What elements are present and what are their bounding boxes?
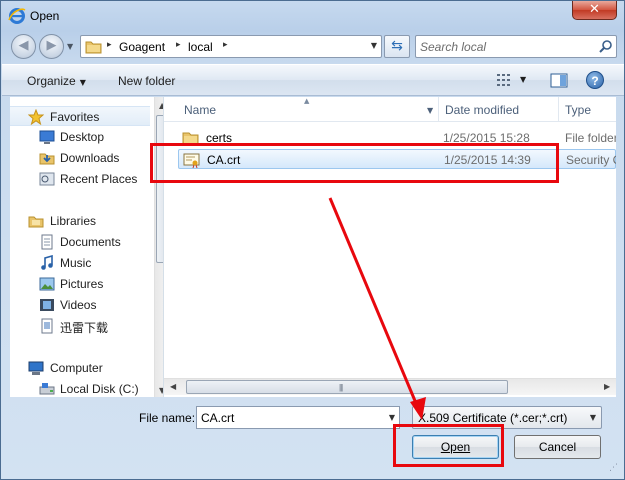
- horizontal-scrollbar[interactable]: ◀ ||| ▶: [164, 378, 616, 395]
- internet-explorer-icon: [8, 8, 26, 24]
- nav-item-label: Pictures: [60, 277, 104, 291]
- chevron-down-icon[interactable]: ▼: [371, 41, 377, 50]
- nav-item-label: Local Disk (C:): [60, 382, 139, 396]
- nav-item-favorites[interactable]: Favorites: [10, 106, 150, 126]
- nav-item-computer[interactable]: Computer: [10, 358, 150, 378]
- command-toolbar: Organize ▼ New folder ▼ ?: [2, 64, 624, 96]
- open-dialog: Open ✕ ◀ ▶ ▼ ▸ Goagent ▸ local ▸ ▼ ⇆ Org…: [0, 0, 625, 480]
- nav-item-local-disk[interactable]: Local Disk (C:): [10, 379, 150, 397]
- chevron-down-icon[interactable]: ▼: [520, 75, 526, 84]
- chevron-down-icon[interactable]: ▼: [427, 106, 433, 115]
- nav-item-label: Favorites: [50, 110, 100, 124]
- file-type: File folder: [565, 131, 616, 145]
- nav-item-documents[interactable]: Documents: [10, 232, 150, 252]
- column-header-name[interactable]: Name: [184, 103, 216, 117]
- recent-places-icon: [39, 172, 55, 186]
- nav-item-label: Computer: [50, 361, 103, 375]
- nav-item-pictures[interactable]: Pictures: [10, 274, 150, 294]
- folder-icon: [85, 41, 102, 54]
- grip-icon: |||: [339, 383, 343, 392]
- forward-button[interactable]: ▶: [39, 34, 64, 59]
- sort-ascending-icon: ▲: [304, 97, 310, 105]
- nav-item-label: Videos: [60, 298, 97, 312]
- nav-item-label: Desktop: [60, 130, 105, 144]
- file-name-combobox[interactable]: ▼: [196, 406, 400, 429]
- nav-item-label: Documents: [60, 235, 121, 249]
- navigation-scrollbar[interactable]: ▲ ▼: [154, 97, 163, 397]
- scrollbar-thumb[interactable]: [156, 115, 163, 263]
- chevron-down-icon: ▼: [79, 78, 86, 87]
- search-icon[interactable]: [598, 39, 613, 54]
- annotation-highlight-ca-crt: [150, 143, 559, 183]
- change-view-icon[interactable]: [496, 73, 512, 87]
- breadcrumb-local[interactable]: local: [188, 40, 213, 54]
- navigation-pane: Favorites Desktop Downloads Recent Place…: [10, 97, 164, 397]
- address-bar[interactable]: ▸ Goagent ▸ local ▸ ▼: [80, 35, 382, 58]
- downloads-icon: [39, 153, 55, 165]
- nav-item-recent-places[interactable]: Recent Places: [10, 169, 150, 189]
- nav-item-label: 迅雷下载: [60, 321, 109, 335]
- window-title: Open: [30, 9, 60, 23]
- chevron-down-icon[interactable]: ▼: [590, 413, 596, 422]
- libraries-icon: [28, 216, 44, 228]
- chevron-down-icon[interactable]: ▼: [389, 413, 395, 422]
- preview-pane-icon[interactable]: [550, 73, 568, 88]
- column-header-row: ▲ Name ▼ Date modified Type: [164, 97, 616, 122]
- documents-icon: [41, 234, 53, 250]
- organize-button[interactable]: Organize ▼: [27, 74, 86, 88]
- local-disk-icon: [39, 383, 55, 395]
- file-name-label: File name:: [139, 411, 196, 425]
- scroll-right-icon[interactable]: ▶: [604, 382, 610, 391]
- title-bar: Open ✕: [1, 1, 625, 31]
- breadcrumb-separator[interactable]: ▸: [107, 40, 112, 50]
- breadcrumb-separator[interactable]: ▸: [176, 40, 181, 50]
- close-button[interactable]: ✕: [572, 1, 617, 20]
- file-type: Security C: [566, 153, 616, 167]
- new-folder-button[interactable]: New folder: [118, 74, 175, 88]
- help-icon[interactable]: ?: [586, 71, 604, 89]
- nav-item-libraries[interactable]: Libraries: [10, 211, 150, 231]
- cancel-button[interactable]: Cancel: [514, 435, 601, 459]
- annotation-highlight-open-button: [393, 424, 504, 467]
- resize-grip-icon[interactable]: ⋰: [609, 463, 618, 473]
- search-input[interactable]: [420, 39, 590, 55]
- music-icon: [41, 255, 53, 270]
- scrollbar-thumb[interactable]: |||: [186, 380, 508, 394]
- nav-item-label: Recent Places: [60, 172, 138, 186]
- organize-label: Organize: [27, 74, 76, 88]
- nav-item-xunlei-downloads[interactable]: 迅雷下载: [10, 316, 150, 336]
- nav-item-videos[interactable]: Videos: [10, 295, 150, 315]
- star-icon: [28, 109, 44, 125]
- videos-icon: [40, 299, 54, 311]
- search-box[interactable]: [415, 35, 617, 58]
- desktop-icon: [39, 130, 55, 144]
- column-divider[interactable]: [558, 97, 559, 122]
- nav-item-downloads[interactable]: Downloads: [10, 148, 150, 168]
- back-button[interactable]: ◀: [11, 34, 36, 59]
- folder-icon: [41, 318, 53, 334]
- nav-item-label: Libraries: [50, 214, 97, 228]
- column-header-date-modified[interactable]: Date modified: [445, 103, 519, 117]
- nav-item-label: Downloads: [60, 151, 120, 165]
- file-type-value: X.509 Certificate (*.cer;*.crt): [418, 411, 568, 425]
- computer-icon: [28, 361, 44, 375]
- column-divider[interactable]: [438, 97, 439, 122]
- pictures-icon: [39, 277, 55, 291]
- nav-item-desktop[interactable]: Desktop: [10, 127, 150, 147]
- file-list: ▲ Name ▼ Date modified Type certs 1/25/2…: [164, 97, 616, 397]
- scroll-left-icon[interactable]: ◀: [170, 382, 176, 391]
- breadcrumb-separator[interactable]: ▸: [223, 40, 228, 50]
- file-name-input[interactable]: [201, 410, 376, 426]
- nav-item-label: Music: [60, 256, 92, 270]
- nav-item-music[interactable]: Music: [10, 253, 150, 273]
- refresh-button[interactable]: ⇆: [384, 35, 410, 58]
- recent-locations-dropdown[interactable]: ▼: [67, 42, 73, 51]
- column-header-type[interactable]: Type: [565, 103, 591, 117]
- breadcrumb-goagent[interactable]: Goagent: [119, 40, 165, 54]
